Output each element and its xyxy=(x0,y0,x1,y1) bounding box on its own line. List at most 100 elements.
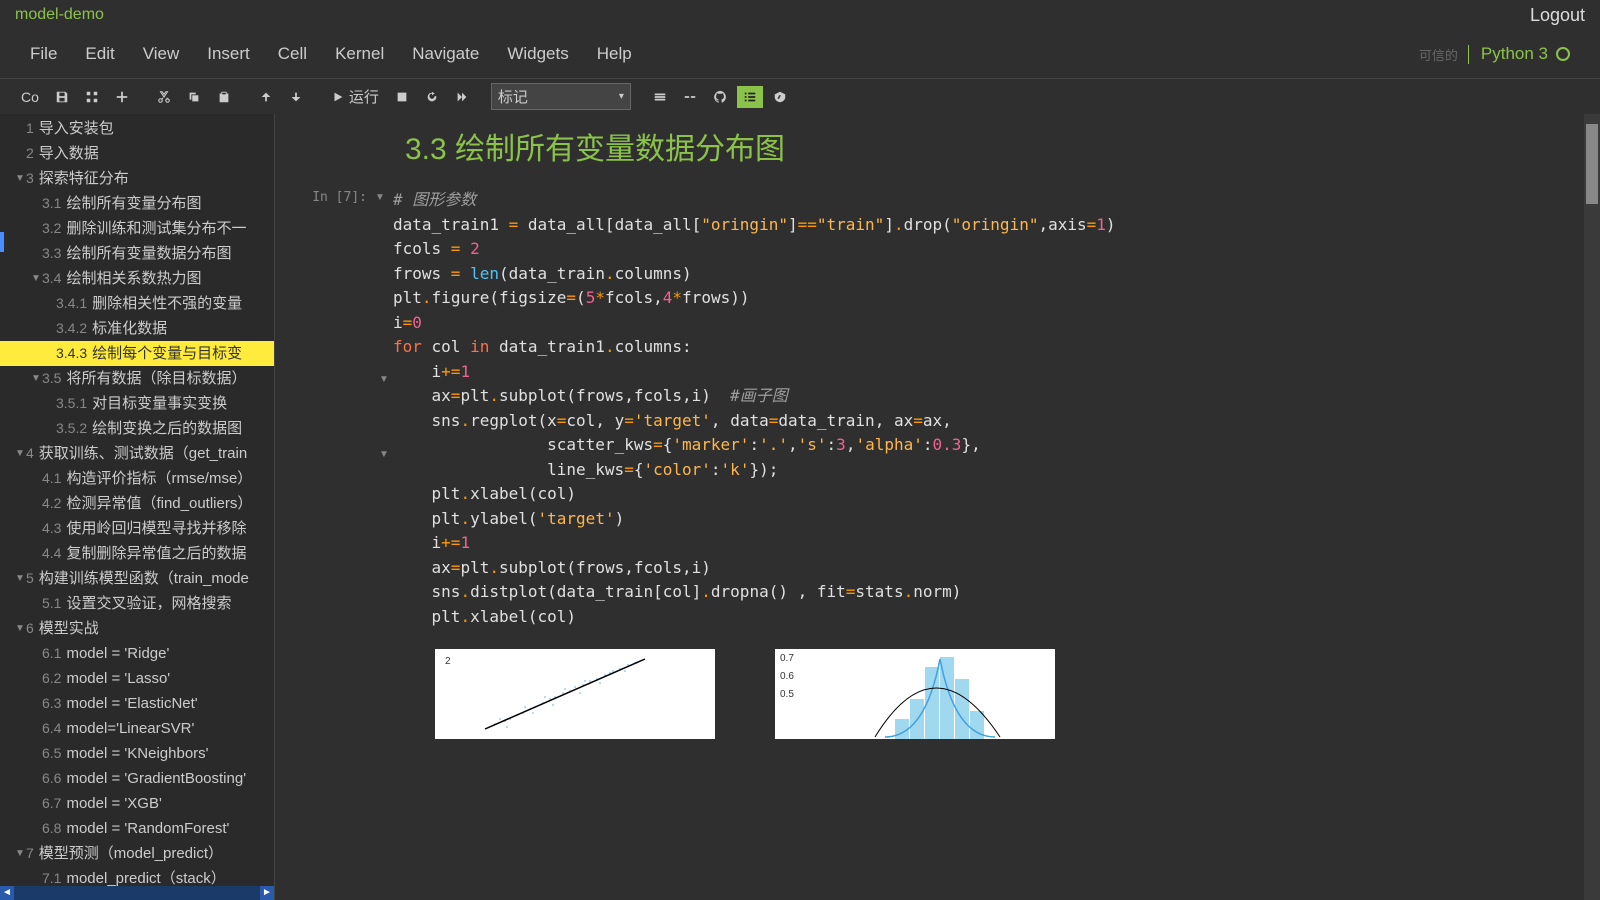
toc-item[interactable]: 6.3model = 'ElasticNet' xyxy=(0,691,274,716)
menu-file[interactable]: File xyxy=(30,44,57,64)
toc-item[interactable]: 3.2删除训练和测试集分布不一 xyxy=(0,216,274,241)
toc-num: 3.5.2 xyxy=(56,418,87,439)
cell-type-select[interactable]: 标记 ▾ xyxy=(491,83,631,110)
code-line[interactable]: sns.regplot(x=col, y='target', data=data… xyxy=(393,409,1560,434)
toc-item[interactable]: ▼3.4绘制相关系数热力图 xyxy=(0,266,274,291)
code-line[interactable]: fcols = 2 xyxy=(393,237,1560,262)
horizontal-scrollbar[interactable]: ◄► xyxy=(0,886,274,900)
code-line[interactable]: sns.distplot(data_train[col].dropna() , … xyxy=(393,580,1560,605)
code-line[interactable]: # 图形参数 xyxy=(393,188,1560,213)
code-line[interactable]: scatter_kws={'marker':'.','s':3,'alpha':… xyxy=(393,433,1560,458)
checkpoint-button[interactable] xyxy=(79,86,105,108)
github-button[interactable] xyxy=(707,86,733,108)
fold-caret-icon[interactable]: ▼ xyxy=(375,188,393,629)
stop-button[interactable] xyxy=(389,86,415,108)
code-line[interactable]: data_train1 = data_all[data_all["oringin… xyxy=(393,213,1560,238)
fold-caret-icon[interactable]: ▼ xyxy=(379,374,389,385)
toc-item[interactable]: ▼6模型实战 xyxy=(0,616,274,641)
toc-item[interactable]: 6.8model = 'RandomForest' xyxy=(0,816,274,841)
command-palette-button[interactable] xyxy=(647,86,673,108)
toc-item[interactable]: 6.2model = 'Lasso' xyxy=(0,666,274,691)
code-line[interactable]: i=0 xyxy=(393,311,1560,336)
toc-item[interactable]: 5.1设置交叉验证，网格搜索 xyxy=(0,591,274,616)
add-cell-button[interactable] xyxy=(109,86,135,108)
move-up-button[interactable] xyxy=(253,86,279,108)
menu-kernel[interactable]: Kernel xyxy=(335,44,384,64)
code-line[interactable]: frows = len(data_train.columns) xyxy=(393,262,1560,287)
toc-item[interactable]: 4.4复制删除异常值之后的数据 xyxy=(0,541,274,566)
toc-num: 6.2 xyxy=(42,668,61,689)
toc-item[interactable]: 6.5model = 'KNeighbors' xyxy=(0,741,274,766)
menu-widgets[interactable]: Widgets xyxy=(507,44,568,64)
code-line[interactable]: i+=1 xyxy=(393,360,1560,385)
code-line[interactable]: plt.ylabel('target') xyxy=(393,507,1560,532)
toc-item[interactable]: 4.2检测异常值（find_outliers） xyxy=(0,491,274,516)
toc-num: 6.6 xyxy=(42,768,61,789)
toc-item[interactable]: ▼7模型预测（model_predict） xyxy=(0,841,274,866)
toc-item[interactable]: 6.1model = 'Ridge' xyxy=(0,641,274,666)
table-of-contents[interactable]: 1导入安装包2导入数据▼3探索特征分布3.1绘制所有变量分布图3.2删除训练和测… xyxy=(0,114,275,900)
snippets-button[interactable] xyxy=(677,86,703,108)
code-line[interactable]: ax=plt.subplot(frows,fcols,i) xyxy=(393,556,1560,581)
code-line[interactable]: i+=1 xyxy=(393,531,1560,556)
code-line[interactable]: line_kws={'color':'k'}); xyxy=(393,458,1560,483)
notebook-logo[interactable]: model-demo xyxy=(15,6,104,24)
variable-inspector-button[interactable] xyxy=(767,86,793,108)
toc-toggle-button[interactable] xyxy=(737,86,763,108)
menu-cell[interactable]: Cell xyxy=(278,44,307,64)
toc-num: 5.1 xyxy=(42,593,61,614)
toc-item[interactable]: 1导入安装包 xyxy=(0,116,274,141)
toc-item[interactable]: 6.4model='LinearSVR' xyxy=(0,716,274,741)
caret-icon: ▼ xyxy=(14,168,26,189)
toc-text: model = 'KNeighbors' xyxy=(66,743,208,764)
code-line[interactable]: for col in data_train1.columns: xyxy=(393,335,1560,360)
run-button[interactable]: 运行 xyxy=(325,82,385,111)
copy-button[interactable] xyxy=(181,86,207,108)
move-down-button[interactable] xyxy=(283,86,309,108)
code-line[interactable]: ax=plt.subplot(frows,fcols,i) #画子图 xyxy=(393,384,1560,409)
toc-item[interactable]: 4.3使用岭回归模型寻找并移除 xyxy=(0,516,274,541)
toc-item[interactable]: 3.5.1对目标变量事实变换 xyxy=(0,391,274,416)
code-line[interactable]: plt.xlabel(col) xyxy=(393,605,1560,630)
toc-item[interactable]: 6.6model = 'GradientBoosting' xyxy=(0,766,274,791)
paste-button[interactable] xyxy=(211,86,237,108)
logout-link[interactable]: Logout xyxy=(1530,5,1585,26)
toc-item[interactable]: 3.4.1删除相关性不强的变量 xyxy=(0,291,274,316)
restart-button[interactable] xyxy=(419,86,445,108)
scrollbar-thumb[interactable] xyxy=(1586,124,1598,204)
vertical-scrollbar[interactable] xyxy=(1584,114,1600,900)
kernel-name[interactable]: Python 3 xyxy=(1481,44,1570,64)
menu-insert[interactable]: Insert xyxy=(207,44,250,64)
toc-item[interactable]: ▼3.5将所有数据（除目标数据） xyxy=(0,366,274,391)
fold-caret-icon[interactable]: ▼ xyxy=(379,449,389,460)
toc-item[interactable]: ▼3探索特征分布 xyxy=(0,166,274,191)
save-button[interactable] xyxy=(49,86,75,108)
toc-item[interactable]: 3.1绘制所有变量分布图 xyxy=(0,191,274,216)
toc-item[interactable]: ▼5构建训练模型函数（train_mode xyxy=(0,566,274,591)
toc-item[interactable]: 3.4.3绘制每个变量与目标变 xyxy=(0,341,274,366)
code-line[interactable]: plt.figure(figsize=(5*fcols,4*frows)) xyxy=(393,286,1560,311)
menu-help[interactable]: Help xyxy=(597,44,632,64)
toc-item[interactable]: 2导入数据 xyxy=(0,141,274,166)
code-cell[interactable]: In [7]: ▼ # 图形参数data_train1 = data_all[d… xyxy=(285,188,1560,629)
code-line[interactable]: plt.xlabel(col) xyxy=(393,482,1560,507)
toc-item[interactable]: ▼4获取训练、测试数据（get_train xyxy=(0,441,274,466)
toc-item[interactable]: 3.3绘制所有变量数据分布图 xyxy=(0,241,274,266)
toc-num: 4.4 xyxy=(42,543,61,564)
toc-item[interactable]: 6.7model = 'XGB' xyxy=(0,791,274,816)
toc-item[interactable]: 4.1构造评价指标（rmse/mse） xyxy=(0,466,274,491)
toc-num: 3.4 xyxy=(42,268,61,289)
menu-edit[interactable]: Edit xyxy=(85,44,114,64)
notebook-area[interactable]: 3.3 绘制所有变量数据分布图 In [7]: ▼ # 图形参数data_tra… xyxy=(275,114,1600,900)
restart-run-all-button[interactable] xyxy=(449,86,475,108)
caret-icon: ▼ xyxy=(30,268,42,289)
toc-item[interactable]: 3.4.2标准化数据 xyxy=(0,316,274,341)
menu-view[interactable]: View xyxy=(143,44,180,64)
menu-navigate[interactable]: Navigate xyxy=(412,44,479,64)
toc-text: 构建训练模型函数（train_mode xyxy=(39,568,249,589)
toc-text: model = 'RandomForest' xyxy=(66,818,229,839)
scroll-left-icon[interactable]: ◄ xyxy=(0,886,14,900)
toc-item[interactable]: 3.5.2绘制变换之后的数据图 xyxy=(0,416,274,441)
scroll-right-icon[interactable]: ► xyxy=(260,886,274,900)
cut-button[interactable] xyxy=(151,86,177,108)
